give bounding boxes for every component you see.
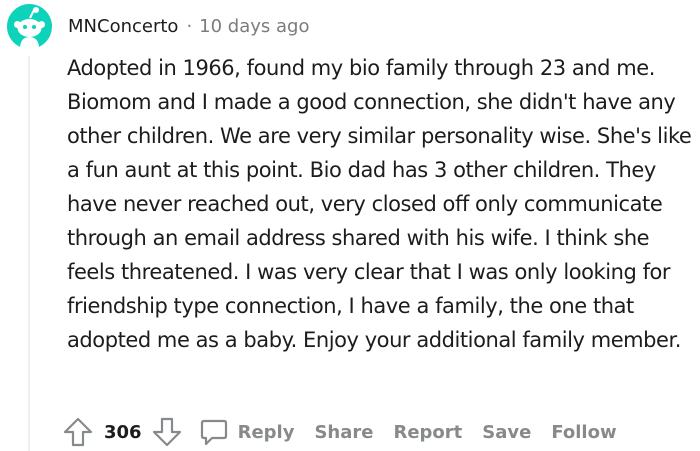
timestamp[interactable]: 10 days ago (199, 16, 309, 37)
comment-actions: 306 Reply Share Report Save Follow (62, 414, 617, 450)
share-button[interactable]: Share (314, 422, 373, 443)
snoo-avatar-icon (7, 4, 52, 49)
reply-label: Reply (237, 421, 295, 443)
vote-count: 306 (104, 421, 142, 443)
username-link[interactable]: MNConcerto (68, 16, 178, 37)
comment-body: Adopted in 1966, found my bio family thr… (67, 56, 692, 352)
reply-button[interactable]: Reply (199, 417, 295, 447)
downvote-arrow-icon (152, 417, 181, 447)
speech-bubble-icon (200, 419, 227, 446)
upvote-arrow-icon (63, 417, 93, 447)
upvote-button[interactable] (62, 416, 94, 448)
report-button[interactable]: Report (393, 422, 462, 443)
thread-line[interactable] (28, 56, 30, 451)
user-avatar[interactable] (7, 4, 52, 49)
follow-button[interactable]: Follow (551, 422, 616, 443)
downvote-button[interactable] (151, 416, 183, 448)
comment: MNConcerto · 10 days ago Adopted in 1966… (0, 0, 700, 451)
separator-dot: · (186, 15, 193, 37)
comment-header: MNConcerto · 10 days ago (68, 13, 309, 39)
save-button[interactable]: Save (482, 422, 531, 443)
